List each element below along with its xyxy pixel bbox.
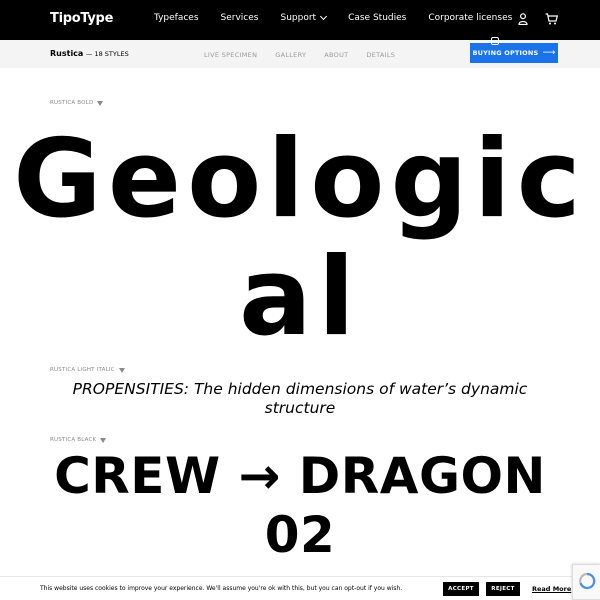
arrow-right-icon: ⟶ <box>542 48 556 58</box>
triangle-down-icon <box>118 367 125 373</box>
instagram-icon <box>491 37 499 45</box>
specimen-black-line1[interactable]: CREW → DRAGON <box>0 446 600 506</box>
nav-case-studies[interactable]: Case Studies <box>348 13 406 23</box>
triangle-down-icon <box>100 437 107 443</box>
tab-about[interactable]: ABOUT <box>324 51 348 59</box>
tab-details[interactable]: DETAILS <box>366 51 395 59</box>
read-more-link[interactable]: Read More <box>532 585 571 593</box>
triangle-down-icon <box>97 100 104 106</box>
top-navbar: TipoType Typefaces Services Support Case… <box>0 0 600 40</box>
buying-options-button[interactable]: BUYING OPTIONS ⟶ <box>470 43 558 63</box>
family-styles-count: — 18 STYLES <box>85 50 129 58</box>
cookie-message: This website uses cookies to improve you… <box>40 585 403 592</box>
accept-button[interactable]: ACCEPT <box>443 582 479 596</box>
style-label-light-italic[interactable]: RUSTICA LIGHT ITALIC <box>50 367 125 373</box>
cart-icon[interactable] <box>545 13 558 25</box>
specimen-tabs: LIVE SPECIMEN GALLERY ABOUT DETAILS <box>204 51 413 59</box>
specimen-bold-line2[interactable]: al <box>0 238 600 358</box>
nav-services[interactable]: Services <box>221 13 259 23</box>
nav-typefaces[interactable]: Typefaces <box>154 13 199 23</box>
style-label-bold[interactable]: RUSTICA BOLD <box>50 100 104 106</box>
tab-gallery[interactable]: GALLERY <box>275 51 306 59</box>
nav-support[interactable]: Support <box>280 12 328 23</box>
specimen-bold-line1[interactable]: Geologic <box>0 120 600 240</box>
family-name: Rustica <box>50 49 84 58</box>
buying-options-label: BUYING OPTIONS <box>472 49 539 57</box>
specimen-light-italic[interactable]: PROPENSITIES: The hidden dimensions of w… <box>50 380 550 418</box>
recaptcha-icon <box>579 572 596 590</box>
family-title: Rustica — 18 STYLES <box>50 49 129 58</box>
logo[interactable]: TipoType <box>50 11 113 26</box>
style-label-text: RUSTICA BOLD <box>50 100 94 106</box>
style-label-text: RUSTICA LIGHT ITALIC <box>50 367 115 373</box>
nav-support-label: Support <box>280 13 317 23</box>
style-label-black[interactable]: RUSTICA BLACK <box>50 437 107 443</box>
tab-live-specimen[interactable]: LIVE SPECIMEN <box>204 51 257 59</box>
cookie-banner: This website uses cookies to improve you… <box>0 576 600 600</box>
user-icon[interactable] <box>518 13 528 25</box>
chevron-down-icon <box>320 12 328 21</box>
reject-button[interactable]: REJECT <box>486 582 520 596</box>
recaptcha-badge[interactable] <box>572 564 600 600</box>
nav-corporate-licenses[interactable]: Corporate licenses <box>428 13 512 23</box>
specimen-black-line2[interactable]: 02 <box>0 505 600 565</box>
main-nav: Typefaces Services Support Case Studies … <box>154 12 534 23</box>
style-label-text: RUSTICA BLACK <box>50 437 97 443</box>
